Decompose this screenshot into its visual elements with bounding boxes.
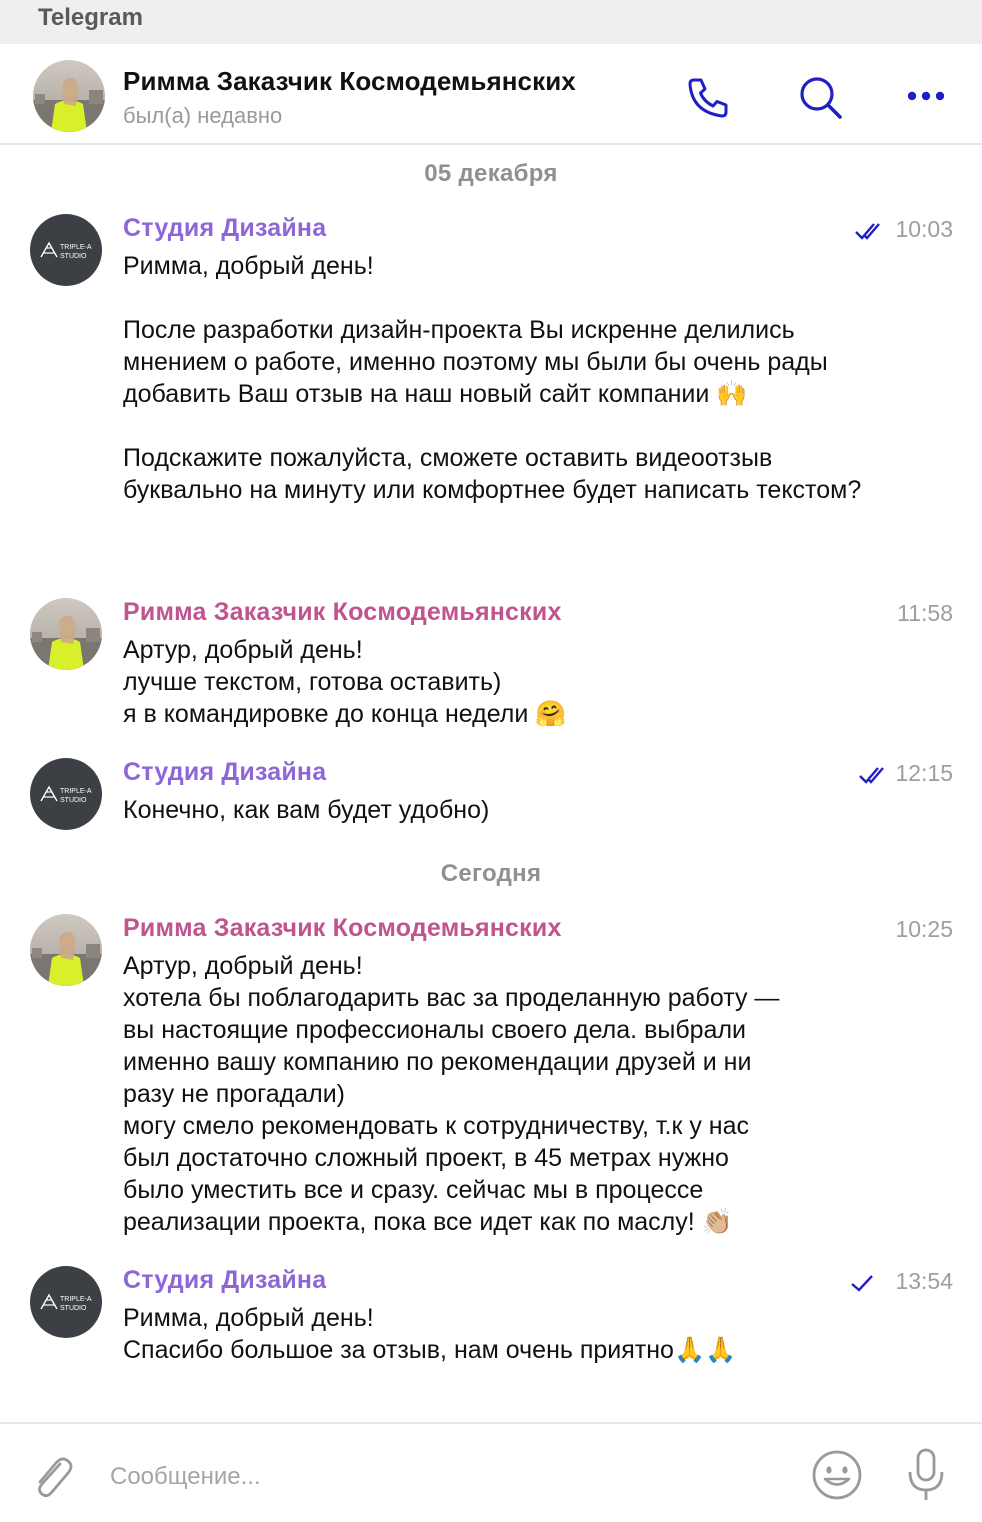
message-time: 11:58 — [897, 600, 953, 626]
message-time: 13:54 — [895, 1268, 953, 1294]
message-time: 10:25 — [895, 916, 953, 942]
phone-icon[interactable] — [684, 74, 732, 122]
peer-avatar[interactable] — [30, 914, 102, 986]
double-check-icon — [859, 767, 884, 784]
emoji-icon[interactable] — [810, 1448, 864, 1502]
studio-avatar-line1: TRIPLE-A — [60, 1296, 92, 1303]
more-icon[interactable] — [902, 74, 950, 122]
app-title: Telegram — [38, 4, 143, 31]
message-time: 10:03 — [895, 216, 953, 242]
attach-icon[interactable] — [26, 1450, 74, 1502]
message-list[interactable]: 05 декабря TRIPLE-A STUDIO Студия Дизайн… — [0, 146, 982, 1422]
message-sender[interactable]: Студия Дизайна — [123, 214, 326, 243]
message-sender[interactable]: Студия Дизайна — [123, 758, 326, 787]
studio-avatar-line2: STUDIO — [60, 1305, 87, 1312]
studio-avatar-line1: TRIPLE-A — [60, 788, 92, 795]
double-check-icon — [855, 223, 880, 240]
studio-avatar-line2: STUDIO — [60, 797, 87, 804]
single-check-icon — [851, 1275, 873, 1292]
peer-avatar[interactable] — [30, 598, 102, 670]
message-text: Римма, добрый день! После разработки диз… — [123, 252, 862, 504]
message-sender[interactable]: Римма Заказчик Космодемьянских — [123, 914, 562, 943]
message-text: Конечно, как вам будет удобно) — [123, 796, 490, 824]
message-text: Римма, добрый день! Спасибо большое за о… — [123, 1304, 737, 1364]
message-sender[interactable]: Студия Дизайна — [123, 1266, 326, 1295]
chat-header: Римма Заказчик Космодемьянских был(а) не… — [0, 44, 982, 145]
message-text: Артур, добрый день! хотела бы поблагодар… — [123, 952, 780, 1236]
studio-avatar-line2: STUDIO — [60, 253, 87, 260]
peer-name[interactable]: Римма Заказчик Космодемьянских — [123, 66, 576, 97]
message-time: 12:15 — [895, 760, 953, 786]
message-text: Артур, добрый день! лучше текстом, готов… — [123, 636, 567, 728]
peer-avatar[interactable] — [33, 60, 105, 132]
studio-avatar[interactable]: TRIPLE-A STUDIO — [30, 1266, 102, 1338]
message-sender[interactable]: Римма Заказчик Космодемьянских — [123, 598, 562, 627]
date-separator: 05 декабря — [424, 160, 558, 187]
studio-avatar[interactable]: TRIPLE-A STUDIO — [30, 758, 102, 830]
message-input[interactable] — [110, 1460, 770, 1494]
studio-avatar[interactable]: TRIPLE-A STUDIO — [30, 214, 102, 286]
date-separator: Сегодня — [440, 860, 542, 887]
message-composer — [0, 1422, 982, 1522]
microphone-icon[interactable] — [902, 1446, 950, 1504]
window-titlebar: Telegram — [0, 0, 982, 44]
studio-avatar-line1: TRIPLE-A — [60, 244, 92, 251]
peer-status: был(а) недавно — [123, 103, 283, 128]
search-icon[interactable] — [797, 74, 845, 122]
